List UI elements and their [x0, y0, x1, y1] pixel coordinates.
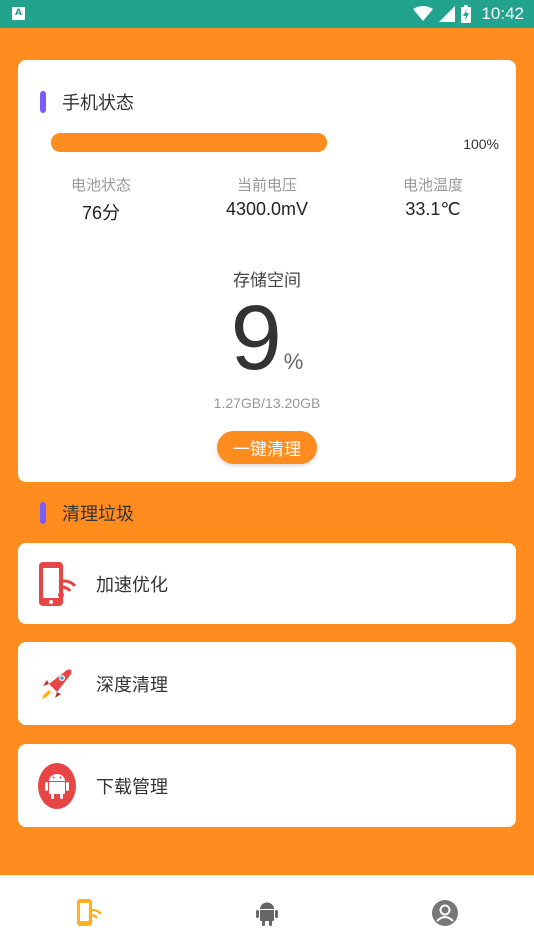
- battery-progress-label: 100%: [463, 136, 499, 152]
- nav-tab-android[interactable]: [178, 876, 356, 950]
- stat-value: 33.1℃: [405, 199, 461, 219]
- nav-tab-profile[interactable]: [356, 876, 534, 950]
- menu-item-label: 深度清理: [96, 674, 168, 696]
- battery-progress-bar: [51, 133, 327, 152]
- stat-value: 76分: [81, 203, 121, 223]
- phone-status-title: 手机状态: [62, 93, 134, 114]
- storage-percent-unit: %: [283, 349, 304, 374]
- signal-icon: [439, 6, 456, 22]
- battery-charging-icon: [461, 5, 472, 23]
- phone-status-header: 手机状态: [40, 89, 134, 115]
- wifi-icon: [413, 6, 434, 21]
- stat-temperature: 电池温度 33.1℃: [350, 174, 516, 225]
- junk-cleanup-header: 清理垃圾: [40, 500, 134, 526]
- nav-tab-home[interactable]: [0, 876, 178, 950]
- bottom-navigation: [0, 875, 534, 950]
- stat-label: 电池温度: [402, 176, 463, 194]
- phone-wifi-icon: [77, 899, 102, 926]
- one-click-clean-button[interactable]: 一键清理: [217, 431, 317, 464]
- status-icons: 10:42: [413, 0, 524, 28]
- android-icon: [256, 902, 278, 926]
- status-bar: A 10:42: [0, 0, 534, 28]
- storage-percent: 9%: [18, 287, 516, 389]
- storage-percent-value: 9: [230, 287, 282, 389]
- phone-status-card: 手机状态 100% 电池状态 76分 当前电压 4300.0mV 电池温度 33…: [18, 60, 516, 482]
- menu-item-speed-optimize[interactable]: 加速优化: [18, 543, 516, 624]
- battery-progress-fill: [51, 133, 327, 152]
- menu-item-deep-clean[interactable]: 深度清理: [18, 642, 516, 725]
- stat-voltage: 当前电压 4300.0mV: [184, 174, 350, 225]
- stat-value: 4300.0mV: [225, 199, 309, 219]
- user-icon: [432, 900, 458, 926]
- menu-item-download-manager[interactable]: 下载管理: [18, 744, 516, 827]
- section-accent-bar: [40, 91, 46, 113]
- storage-detail: 1.27GB/13.20GB: [213, 395, 321, 411]
- junk-cleanup-title: 清理垃圾: [62, 504, 134, 525]
- android-icon: [32, 761, 82, 811]
- section-accent-bar: [40, 502, 46, 524]
- menu-item-label: 加速优化: [96, 574, 168, 596]
- stat-label: 当前电压: [236, 176, 297, 194]
- app-notification-icon: A: [12, 7, 25, 20]
- stat-label: 电池状态: [70, 176, 131, 194]
- menu-item-label: 下载管理: [96, 776, 168, 798]
- stat-battery-status: 电池状态 76分: [18, 174, 184, 225]
- rocket-icon: [32, 659, 82, 709]
- phone-wifi-icon: [32, 559, 82, 609]
- clock: 10:42: [481, 4, 524, 23]
- battery-stats: 电池状态 76分 当前电压 4300.0mV 电池温度 33.1℃: [18, 174, 516, 225]
